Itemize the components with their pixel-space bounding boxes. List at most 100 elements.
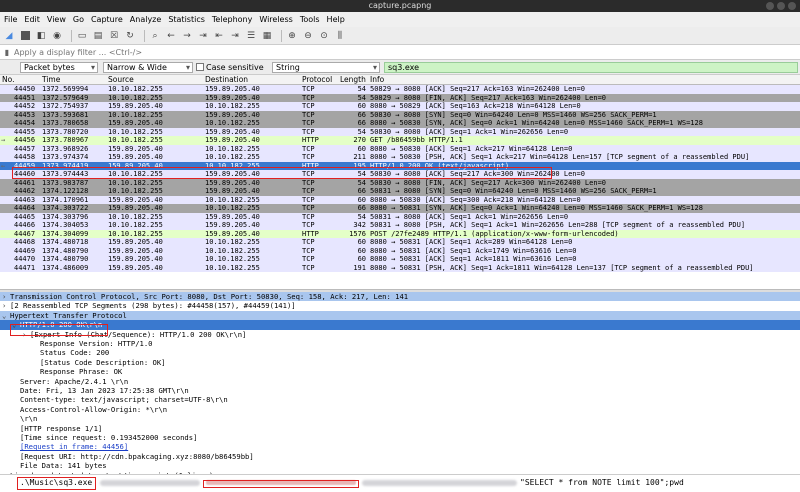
detail-tree-item[interactable]: [Request URI: http://cdn.bpakcaging.xyz:…	[0, 452, 800, 461]
menu-edit[interactable]: Edit	[24, 15, 40, 24]
character-width-select[interactable]: Narrow & Wide	[103, 62, 193, 73]
detail-tree-item[interactable]: › [2 Reassembled TCP Segments (298 bytes)…	[0, 301, 800, 310]
normal-size-icon[interactable]: ⊙	[318, 30, 330, 42]
display-filter-input[interactable]	[14, 47, 800, 57]
stop-capture-icon[interactable]	[19, 30, 31, 42]
packet-row[interactable]: 44470 1374.480790 159.89.205.40 10.10.182.2…	[0, 255, 800, 264]
colorize-icon[interactable]: ▦	[261, 30, 273, 42]
detail-text[interactable]: [Request in frame: 44456]	[20, 442, 128, 451]
detail-tree-item[interactable]: › [Expert Info (Chat/Sequence): HTTP/1.0 …	[0, 330, 800, 339]
find-text-input[interactable]: sq3.exe	[384, 62, 798, 73]
menu-capture[interactable]: Capture	[91, 15, 123, 24]
menu-go[interactable]: Go	[73, 15, 84, 24]
detail-tree-item[interactable]: \r\n	[0, 414, 800, 423]
packet-row[interactable]: 44464 1374.303722 159.89.205.40 10.10.182.2…	[0, 204, 800, 213]
detail-tree-item[interactable]: Response Phrase: OK	[0, 367, 800, 376]
packet-row[interactable]: 44463 1374.170961 159.89.205.40 10.10.182.2…	[0, 195, 800, 204]
col-time[interactable]: Time	[42, 75, 60, 85]
packet-row[interactable]: 44462 1374.122128 10.10.182.255 159.89.205.…	[0, 187, 800, 196]
detail-tree-item[interactable]: [Request in frame: 44456]	[0, 442, 800, 451]
expander-icon[interactable]: ›	[2, 292, 10, 301]
minimize-button[interactable]	[766, 2, 774, 10]
menu-telephony[interactable]: Telephony	[212, 15, 252, 24]
menu-tools[interactable]: Tools	[300, 15, 320, 24]
packet-row[interactable]: 44467 1374.304099 10.10.182.255 159.89.205.…	[0, 229, 800, 238]
expander-icon[interactable]: ⌄	[2, 311, 10, 320]
packet-source: 10.10.182.255	[108, 136, 163, 144]
col-source[interactable]: Source	[108, 75, 134, 85]
col-info[interactable]: Info	[370, 75, 384, 85]
maximize-button[interactable]	[777, 2, 785, 10]
packet-row[interactable]: 44461 1373.983787 10.10.182.255 159.89.205.…	[0, 178, 800, 187]
detail-tree-item[interactable]: File Data: 141 bytes	[0, 461, 800, 470]
packet-row[interactable]: 44466 1374.304053 10.10.182.255 159.89.205.…	[0, 221, 800, 230]
bytes-value-highlight-box	[17, 477, 96, 490]
menu-statistics[interactable]: Statistics	[168, 15, 205, 24]
packet-row[interactable]: 44458 1373.974374 159.89.205.40 10.10.182.2…	[0, 153, 800, 162]
menu-bar: File Edit View Go Capture Analyze Statis…	[0, 12, 800, 27]
detail-tree-item[interactable]: Status Code: 200	[0, 348, 800, 357]
resize-columns-icon[interactable]: ⫼	[334, 30, 346, 42]
packet-time: 1374.170961	[42, 195, 89, 204]
expander-icon[interactable]: ›	[2, 301, 10, 310]
save-file-icon[interactable]: ▤	[92, 30, 104, 42]
packet-row[interactable]: 44452 1372.754937 159.89.205.40 10.10.182.2…	[0, 102, 800, 111]
detail-tree-item[interactable]: ⌄ HTTP/1.0 200 OK\r\n	[0, 320, 800, 330]
packet-number: 44462	[14, 187, 36, 195]
packet-row[interactable]: → 44456 1373.780967 10.10.182.255 159.89.205…	[0, 136, 800, 145]
menu-view[interactable]: View	[47, 15, 66, 24]
detail-tree-item[interactable]: › Transmission Control Protocol, Src Port…	[0, 292, 800, 302]
search-type-select[interactable]: String	[272, 62, 380, 73]
packet-row[interactable]: 44469 1374.480790 159.89.205.40 10.10.182.2…	[0, 246, 800, 255]
capture-options-icon[interactable]: ◉	[51, 30, 63, 42]
packet-row[interactable]: 44471 1374.486009 159.89.205.40 10.10.182.2…	[0, 263, 800, 272]
packet-row[interactable]: 44457 1373.968926 159.89.205.40 10.10.182.2…	[0, 144, 800, 153]
menu-help[interactable]: Help	[327, 15, 345, 24]
detail-tree-item[interactable]: Server: Apache/2.4.1 \r\n	[0, 377, 800, 386]
start-capture-icon[interactable]: ◢	[3, 30, 15, 42]
detail-tree-item[interactable]: [Status Code Description: OK]	[0, 358, 800, 367]
find-packet-icon[interactable]: ⌕	[149, 30, 161, 42]
detail-tree-item[interactable]: [Time since request: 0.193452000 seconds…	[0, 433, 800, 442]
first-packet-icon[interactable]: ⇤	[213, 30, 225, 42]
detail-tree-item[interactable]: Response Version: HTTP/1.0	[0, 339, 800, 348]
packet-row[interactable]: 44454 1373.780658 159.89.205.40 10.10.182.2…	[0, 119, 800, 128]
go-to-packet-icon[interactable]: ⇥	[197, 30, 209, 42]
go-forward-icon[interactable]: →	[181, 30, 193, 42]
restart-capture-icon[interactable]: ◧	[35, 30, 47, 42]
detail-tree-item[interactable]: ⌄ Hypertext Transfer Protocol	[0, 310, 800, 321]
col-destination[interactable]: Destination	[205, 75, 248, 85]
packet-details-pane[interactable]: › Transmission Control Protocol, Src Port…	[0, 292, 800, 474]
packet-source: 159.89.205.40	[108, 195, 163, 204]
menu-analyze[interactable]: Analyze	[130, 15, 162, 24]
autoscroll-icon[interactable]: ☰	[245, 30, 257, 42]
search-in-select[interactable]: Packet bytes	[20, 62, 98, 73]
packet-row[interactable]: 44465 1374.303796 10.10.182.255 159.89.205.…	[0, 212, 800, 221]
packet-bytes-pane[interactable]: .\Music\sq3.exe "SELECT * from NOTE limi…	[0, 474, 800, 492]
packet-row[interactable]: 44455 1373.780720 10.10.182.255 159.89.205.…	[0, 127, 800, 136]
last-packet-icon[interactable]: ⇥	[229, 30, 241, 42]
detail-tree-item[interactable]: Access-Control-Allow-Origin: *\r\n	[0, 405, 800, 414]
packet-row[interactable]: 44468 1374.480718 159.89.205.40 10.10.182.2…	[0, 238, 800, 247]
case-sensitive-checkbox[interactable]: Case sensitive	[196, 62, 264, 73]
col-protocol[interactable]: Protocol	[302, 75, 332, 85]
go-back-icon[interactable]: ←	[165, 30, 177, 42]
bookmark-icon[interactable]: ▮	[0, 48, 14, 57]
menu-file[interactable]: File	[4, 15, 17, 24]
zoom-out-icon[interactable]: ⊖	[302, 30, 314, 42]
detail-tree-item[interactable]: [HTTP response 1/1]	[0, 424, 800, 433]
reload-file-icon[interactable]: ↻	[124, 30, 136, 42]
open-file-icon[interactable]: ▭	[76, 30, 88, 42]
packet-row[interactable]: 44453 1373.593681 10.10.182.255 159.89.205.…	[0, 110, 800, 119]
close-button[interactable]	[788, 2, 796, 10]
packet-list[interactable]: 44450 1372.569994 10.10.182.255 159.89.205.…	[0, 85, 800, 289]
packet-row[interactable]: 44451 1372.579649 10.10.182.255 159.89.205.…	[0, 93, 800, 102]
col-no[interactable]: No.	[2, 75, 14, 85]
detail-tree-item[interactable]: Date: Fri, 13 Jan 2023 17:25:38 GMT\r\n	[0, 386, 800, 395]
menu-wireless[interactable]: Wireless	[259, 15, 292, 24]
col-length[interactable]: Length	[340, 75, 366, 85]
packet-row[interactable]: 44450 1372.569994 10.10.182.255 159.89.205.…	[0, 85, 800, 94]
close-file-icon[interactable]: ☒	[108, 30, 120, 42]
detail-tree-item[interactable]: Content-type: text/javascript; charset=U…	[0, 395, 800, 404]
zoom-in-icon[interactable]: ⊕	[286, 30, 298, 42]
